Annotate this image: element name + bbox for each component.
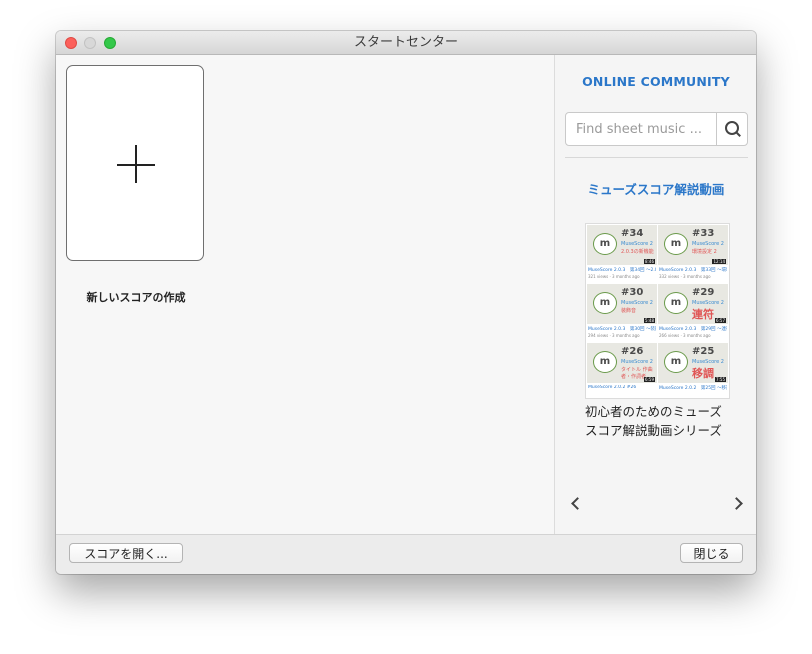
video-tile: m #29 MuseScore 2 連符 6:57 MuseScore 2.0.… [658, 284, 728, 340]
musescore-logo-icon: m [664, 292, 688, 314]
musescore-logo-icon: m [593, 233, 617, 255]
musescore-logo-icon: m [664, 233, 688, 255]
plus-icon-vertical [135, 145, 137, 183]
previous-button[interactable] [569, 495, 584, 513]
window-title: スタートセンター [353, 35, 458, 50]
new-score-label: 新しいスコアの作成 [86, 291, 186, 304]
video-caption-line: 初心者のためのミューズ [585, 404, 722, 419]
musescore-logo-icon: m [593, 292, 617, 314]
video-tile: m #30 MuseScore 2 装飾音 5:48 MuseScore 2.0… [587, 284, 657, 340]
video-caption[interactable]: 初心者のためのミューズ スコア解説動画シリーズ [585, 402, 735, 440]
minimize-window-icon[interactable] [84, 37, 96, 49]
community-title: ONLINE COMMUNITY [582, 74, 730, 89]
close-window-icon[interactable] [65, 37, 77, 49]
musescore-logo-icon: m [664, 351, 688, 373]
video-thumbnail[interactable]: m #34 MuseScore 2 2.0.3の新機能 8:46 MuseSco… [585, 223, 730, 399]
chevron-right-icon [730, 497, 743, 510]
sheet-music-search-input[interactable] [566, 113, 717, 145]
search-button[interactable] [716, 113, 747, 145]
divider [565, 157, 748, 158]
maximize-window-icon[interactable] [104, 37, 116, 49]
online-community-panel: ONLINE COMMUNITY ミューズスコア解説動画 m #34 MuseS… [554, 55, 756, 534]
search-icon-handle [735, 131, 741, 137]
open-score-button[interactable]: スコアを開く... [69, 543, 183, 563]
video-tile: m #34 MuseScore 2 2.0.3の新機能 8:46 MuseSco… [587, 225, 657, 281]
chevron-left-icon [571, 497, 584, 510]
footer-bar: スコアを開く... 閉じる [56, 534, 756, 574]
title-bar: スタートセンター [56, 31, 756, 55]
next-button[interactable] [730, 495, 745, 513]
video-tile: m #33 MuseScore 2 環境設定 2 12:14 MuseScore… [658, 225, 728, 281]
video-tile: m #25 MuseScore 2 移調 7:55 MuseScore 2.0.… [658, 343, 728, 399]
recent-scores-area: 新しいスコアの作成 [56, 55, 554, 534]
start-center-window: スタートセンター 新しいスコアの作成 ONLINE COMMUNITY ミューズ… [56, 31, 756, 574]
close-button[interactable]: 閉じる [680, 543, 743, 563]
new-score-card[interactable] [66, 65, 204, 261]
search-box [565, 112, 748, 146]
video-caption-line: スコア解説動画シリーズ [585, 423, 722, 438]
musescore-logo-icon: m [593, 351, 617, 373]
video-series-title[interactable]: ミューズスコア解説動画 [555, 179, 756, 198]
video-tile: m #26 MuseScore 2 タイトル 作曲者・作詞者 6:59 Muse… [587, 343, 657, 399]
